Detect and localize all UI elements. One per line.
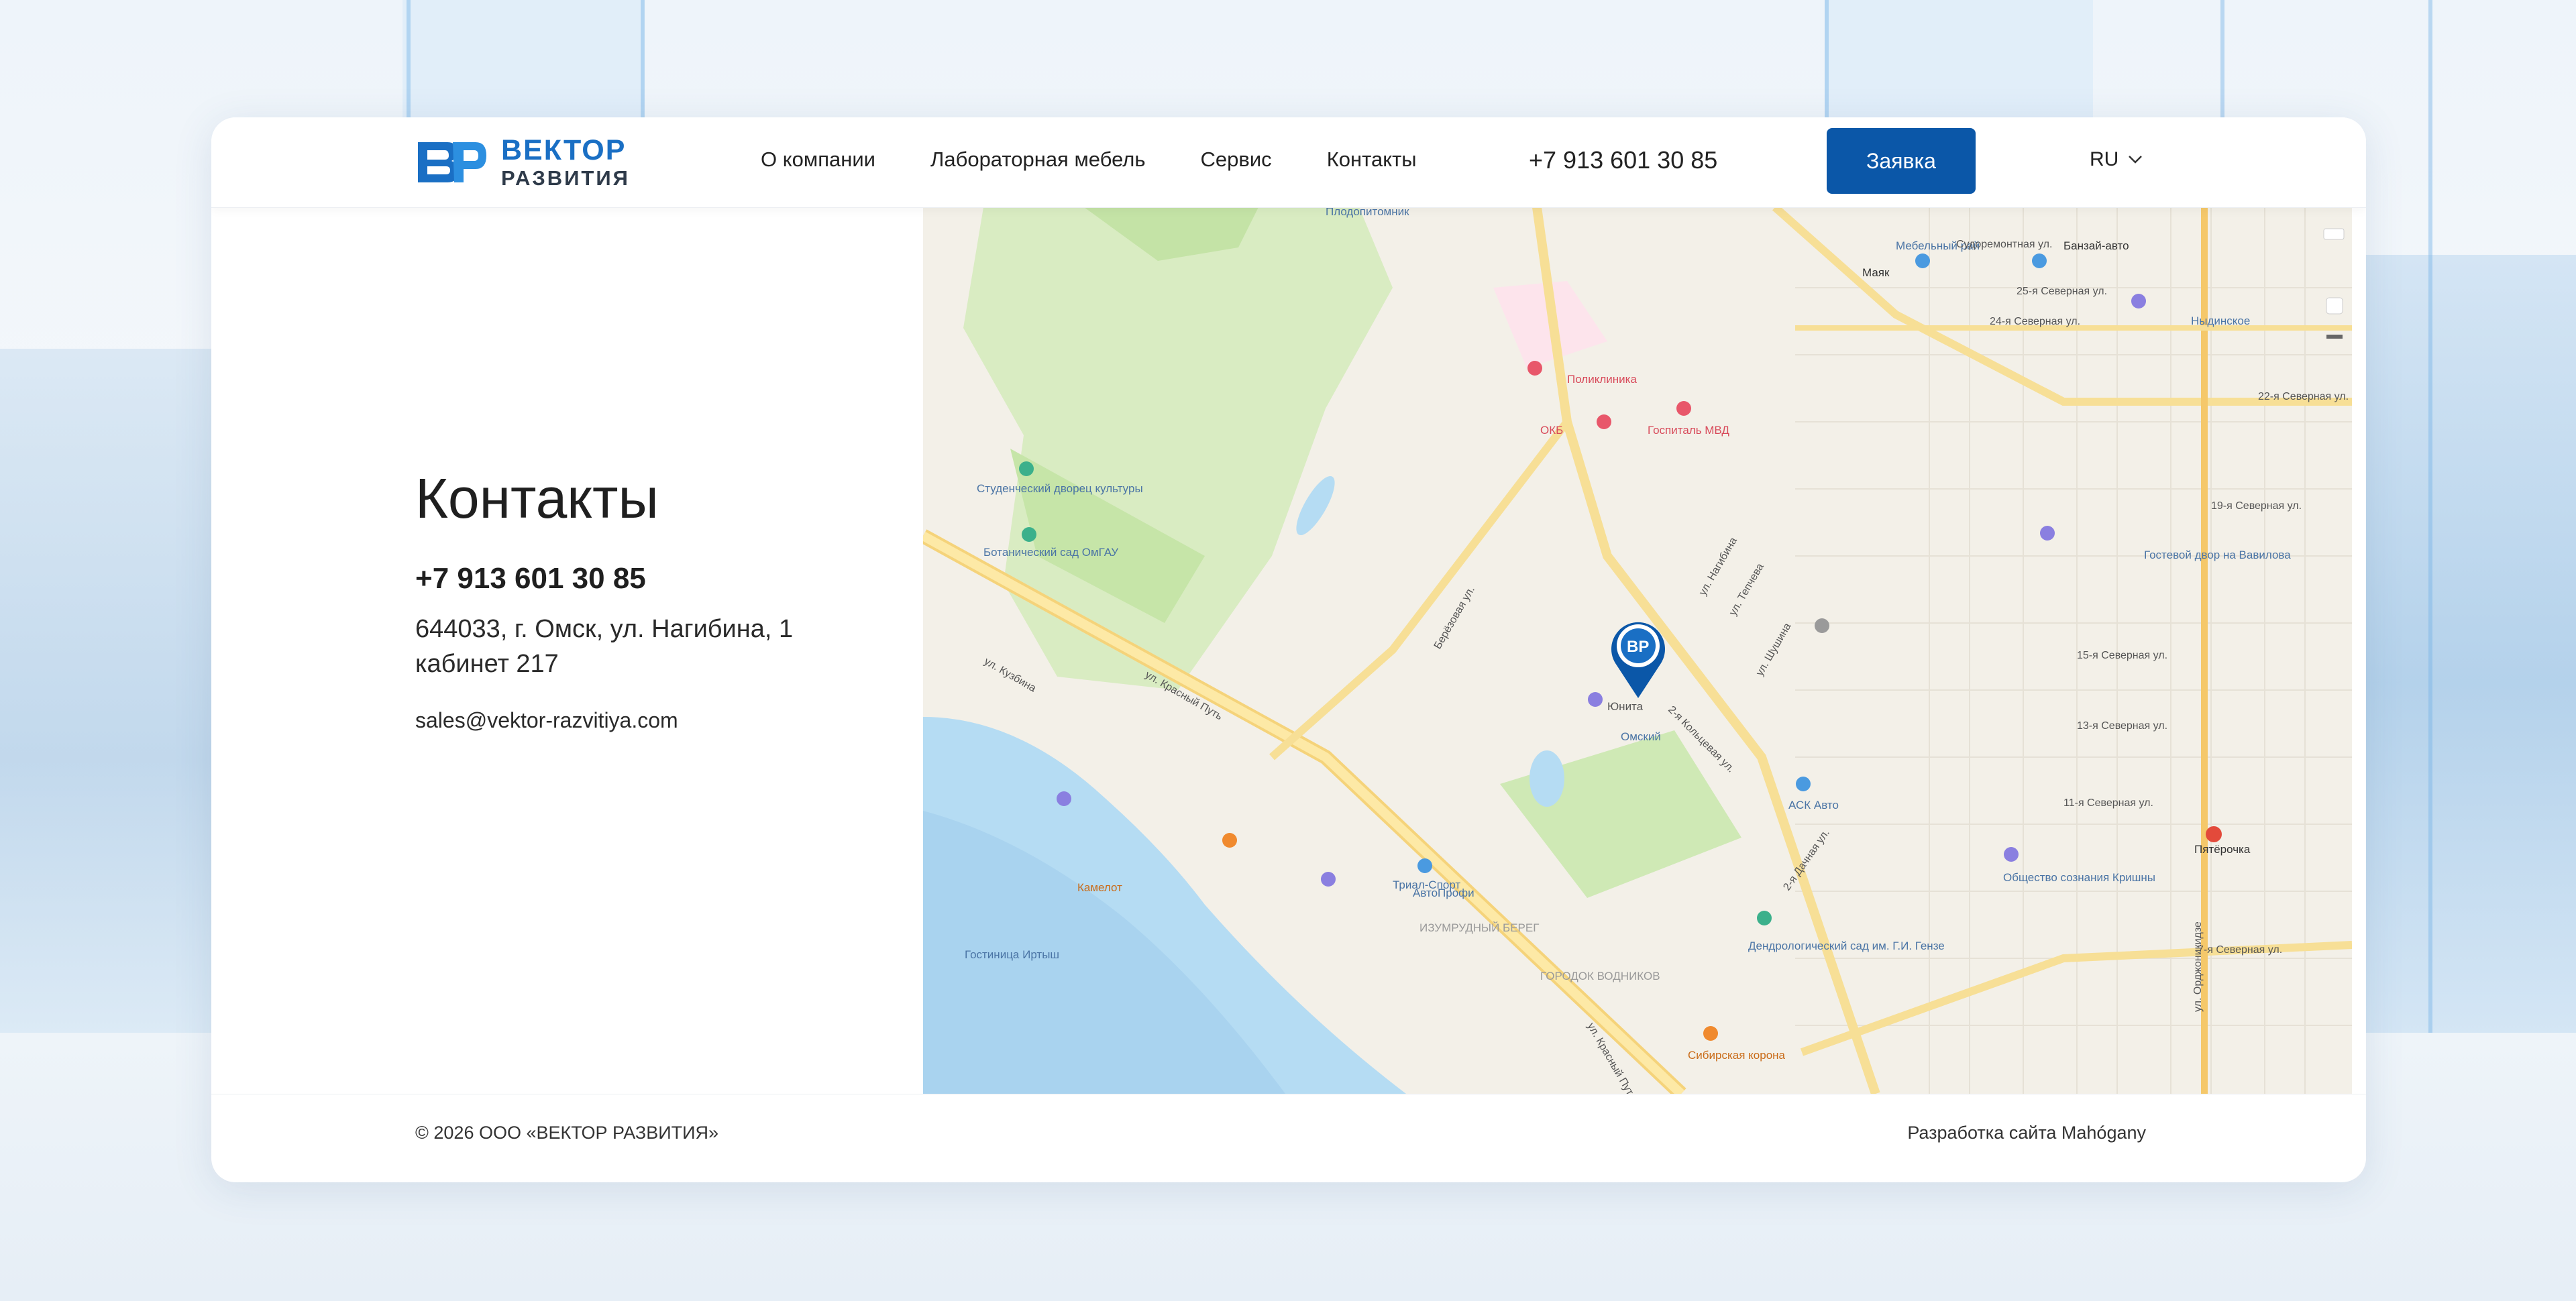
nav-item-lab-furniture[interactable]: Лабораторная мебель [930,148,1146,172]
map-label: ИЗУМРУДНЫЙ БЕРЕГ [1419,921,1539,934]
contact-email[interactable]: sales@vektor-razvitiya.com [415,708,793,733]
chevron-down-icon [2129,156,2143,164]
map-label: Камелот [1077,881,1122,894]
map-street-label: 25-я Северная ул. [2017,286,2107,297]
map-label: Госпиталь МВД [1648,424,1729,437]
contact-address: 644033, г. Омск, ул. Нагибина, 1 кабинет… [415,612,793,681]
map-label: Маяк [1862,266,1890,279]
site-footer: © 2026 ООО «ВЕКТОР РАЗВИТИЯ» Разработка … [211,1094,2366,1182]
map-label: Сибирская корона [1688,1049,1786,1062]
background-shelf-right [2355,255,2576,1033]
footer-copyright: © 2026 ООО «ВЕКТОР РАЗВИТИЯ» [415,1123,719,1143]
nav-item-contacts[interactable]: Контакты [1327,148,1417,172]
nav-item-about[interactable]: О компании [761,148,875,172]
map-label: ГОРОДОК ВОДНИКОВ [1540,970,1660,982]
nav-item-service[interactable]: Сервис [1201,148,1272,172]
map-street-label: ул. Орджоникидзе [2192,921,2204,1012]
main-nav: О компании Лабораторная мебель Сервис Ко… [761,148,1472,172]
page-card: ВЕКТОР РАЗВИТИЯ О компании Лабораторная … [211,117,2366,1182]
map-street-label: 15-я Северная ул. [2077,650,2167,661]
header-phone[interactable]: +7 913 601 30 85 [1529,146,1717,174]
logo-mark-icon [415,135,488,189]
map-label: Банзай-авто [2063,239,2129,252]
map-street-label: 7-я Северная ул. [2198,944,2282,956]
logo[interactable]: ВЕКТОР РАЗВИТИЯ [415,135,630,190]
site-header: ВЕКТОР РАЗВИТИЯ О компании Лабораторная … [211,117,2366,208]
map-label: Поликлиника [1567,373,1637,386]
logo-text-line1: ВЕКТОР [501,134,627,166]
contacts-info: Контакты +7 913 601 30 85 644033, г. Омс… [415,466,793,733]
map[interactable]: Плодопитомник Студенческий дворец культу… [923,207,2352,1094]
map-label: Ныдинское [2191,315,2250,327]
address-line: кабинет 217 [415,650,559,678]
map-label: Дендрологический сад им. Г.И. Гензе [1748,940,1945,952]
contact-phone[interactable]: +7 913 601 30 85 [415,562,793,596]
map-label: Гостиница Иртыш [965,948,1059,961]
map-street-label: 11-я Северная ул. [2063,797,2153,809]
footer-developer-link[interactable]: Разработка сайта Mahógany [1907,1123,2146,1143]
map-label: Студенческий дворец культуры [977,482,1143,495]
request-button[interactable]: Заявка [1827,128,1976,194]
map-street-label: 24-я Северная ул. [1990,316,2080,327]
svg-text:ВР: ВР [1627,638,1649,656]
map-label: Ботанический сад ОмГАУ [983,546,1118,559]
language-label: RU [2090,148,2119,170]
map-label: Триал-Спорт [1393,879,1460,891]
page-title: Контакты [415,467,659,530]
logo-text-line2: РАЗВИТИЯ [501,166,630,190]
map-label: Плодопитомник [1326,207,1409,218]
map-label: Гостевой двор на Вавилова [2144,549,2291,561]
map-street-label: 19-я Северная ул. [2211,500,2302,512]
map-label: ОКБ [1540,424,1563,437]
map-label: АСК Авто [1788,799,1839,811]
map-street-label: Судоремонтная ул. [1956,239,2052,250]
map-label: Пятёрочка [2194,843,2251,856]
language-select[interactable]: RU [2090,148,2143,171]
map-label: Юнита [1607,700,1644,713]
map-label: Общество сознания Кришны [2003,871,2155,884]
background-shelf-left [0,349,215,1033]
address-line: 644033, г. Омск, ул. Нагибина, 1 [415,615,794,643]
map-label: Омский [1621,730,1661,743]
map-street-label: 22-я Северная ул. [2258,391,2349,402]
map-street-label: 13-я Северная ул. [2077,720,2167,732]
